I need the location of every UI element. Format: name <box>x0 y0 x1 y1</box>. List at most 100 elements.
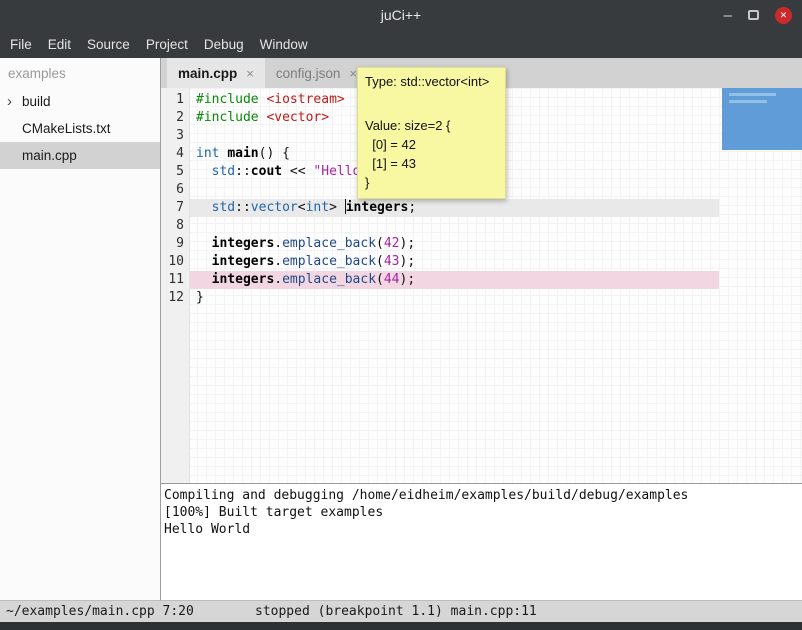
tooltip-value-line: [1] = 43 <box>365 154 498 173</box>
code-token: cout <box>251 164 282 179</box>
code-token: std <box>212 164 235 179</box>
code-token: integers <box>346 200 409 215</box>
code-line-8[interactable] <box>190 217 719 235</box>
code-token: integers <box>212 254 275 269</box>
code-token: emplace_back <box>282 254 376 269</box>
line-number-7[interactable]: 7 <box>161 199 184 217</box>
code-token <box>196 254 212 269</box>
code-token: ( <box>376 236 384 251</box>
code-token: int <box>196 146 219 161</box>
tooltip-value-line: [0] = 42 <box>365 135 498 154</box>
sidebar: examples ›buildCMakeLists.txtmain.cpp <box>0 58 161 600</box>
overview-line <box>729 93 776 96</box>
line-number-10[interactable]: 10 <box>161 253 184 271</box>
line-number-1[interactable]: 1 <box>161 91 184 109</box>
gutter: 123456789101112 <box>161 88 190 483</box>
window-title: juCi++ <box>381 7 421 23</box>
app-window: juCi++ – ✕ File Edit Source Project Debug Win… <box>0 0 802 630</box>
code-token: ); <box>400 236 416 251</box>
tooltip-type-line: Type: std::vector<int> <box>365 74 498 89</box>
line-number-2[interactable]: 2 <box>161 109 184 127</box>
code-token: ; <box>408 200 416 215</box>
code-token: << <box>282 164 313 179</box>
code-token: 44 <box>384 272 400 287</box>
sidebar-item-cmakelists-txt[interactable]: CMakeLists.txt <box>0 115 160 142</box>
code-line-10[interactable]: integers.emplace_back(43); <box>190 253 719 271</box>
sidebar-item-main-cpp[interactable]: main.cpp <box>0 142 160 169</box>
sidebar-header: examples <box>0 58 160 88</box>
line-number-9[interactable]: 9 <box>161 235 184 253</box>
overview-line <box>729 100 767 103</box>
code-token: emplace_back <box>282 272 376 287</box>
code-token: integers <box>212 236 275 251</box>
code-token: . <box>274 254 282 269</box>
scroll-overview[interactable] <box>722 88 802 150</box>
status-file-position: ~/examples/main.cpp 7:20 <box>6 604 194 619</box>
code-token: :: <box>235 164 251 179</box>
bottom-strip <box>0 622 802 630</box>
line-number-12[interactable]: 12 <box>161 289 184 307</box>
menu-item-source[interactable]: Source <box>87 37 130 52</box>
sidebar-item-build[interactable]: ›build <box>0 88 160 115</box>
tab-close-icon[interactable]: × <box>349 66 357 81</box>
terminal-line: Hello World <box>164 521 802 538</box>
code-token: #include <box>196 92 259 107</box>
terminal-output[interactable]: Compiling and debugging /home/eidheim/ex… <box>161 484 802 600</box>
code-token: < <box>298 200 306 215</box>
file-tree: ›buildCMakeLists.txtmain.cpp <box>0 88 160 169</box>
line-number-3[interactable]: 3 <box>161 127 184 145</box>
line-number-4[interactable]: 4 <box>161 145 184 163</box>
code-token: int <box>306 200 329 215</box>
status-debug-state: stopped (breakpoint 1.1) main.cpp:11 <box>255 604 537 619</box>
code-token: integers <box>212 272 275 287</box>
code-token: () { <box>259 146 290 161</box>
code-token <box>196 164 212 179</box>
code-line-12[interactable]: } <box>190 289 719 307</box>
line-number-8[interactable]: 8 <box>161 217 184 235</box>
tab-label: main.cpp <box>178 66 237 81</box>
code-token: ( <box>376 254 384 269</box>
code-token: . <box>274 272 282 287</box>
window-controls: – ✕ <box>724 0 792 30</box>
menu-item-file[interactable]: File <box>10 37 32 52</box>
terminal-line: [100%] Built target examples <box>164 504 802 521</box>
minimize-icon[interactable]: – <box>724 8 732 23</box>
menubar: File Edit Source Project Debug Window <box>0 30 802 58</box>
tab-close-icon[interactable]: × <box>246 66 254 81</box>
tab-main-cpp[interactable]: main.cpp × <box>167 58 265 88</box>
chevron-right-icon: › <box>7 94 22 109</box>
code-token: > <box>329 200 345 215</box>
code-token: vector <box>251 200 298 215</box>
menu-item-edit[interactable]: Edit <box>48 37 71 52</box>
menu-item-project[interactable]: Project <box>146 37 188 52</box>
code-token: <vector> <box>266 110 329 125</box>
statusbar: ~/examples/main.cpp 7:20 stopped (breakp… <box>0 600 802 622</box>
code-token: std <box>212 200 235 215</box>
tooltip-value-line: } <box>365 173 498 192</box>
code-token: <iostream> <box>266 92 344 107</box>
tab-config-json[interactable]: config.json× <box>265 58 368 88</box>
maximize-icon[interactable] <box>748 10 759 20</box>
code-token: . <box>274 236 282 251</box>
close-icon[interactable]: ✕ <box>775 7 792 24</box>
terminal-line: Compiling and debugging /home/eidheim/ex… <box>164 487 802 504</box>
line-number-6[interactable]: 6 <box>161 181 184 199</box>
menu-item-debug[interactable]: Debug <box>204 37 244 52</box>
menu-item-window[interactable]: Window <box>260 37 308 52</box>
code-token <box>196 200 212 215</box>
tooltip-value-line: Value: size=2 { <box>365 116 498 135</box>
code-line-11[interactable]: integers.emplace_back(44); <box>190 271 719 289</box>
debug-value-tooltip: Type: std::vector<int> Value: size=2 { [… <box>357 67 506 199</box>
code-line-7[interactable]: std::vector<int> integers; <box>190 199 719 217</box>
code-line-9[interactable]: integers.emplace_back(42); <box>190 235 719 253</box>
code-token: 43 <box>384 254 400 269</box>
line-number-11[interactable]: 11 <box>161 271 184 289</box>
code-token: 42 <box>384 236 400 251</box>
code-token: emplace_back <box>282 236 376 251</box>
code-token: #include <box>196 110 259 125</box>
code-token: ( <box>376 272 384 287</box>
code-token: } <box>196 290 204 305</box>
sidebar-item-label: build <box>22 94 51 109</box>
tooltip-value-lines: Value: size=2 { [0] = 42 [1] = 43} <box>365 116 498 192</box>
line-number-5[interactable]: 5 <box>161 163 184 181</box>
